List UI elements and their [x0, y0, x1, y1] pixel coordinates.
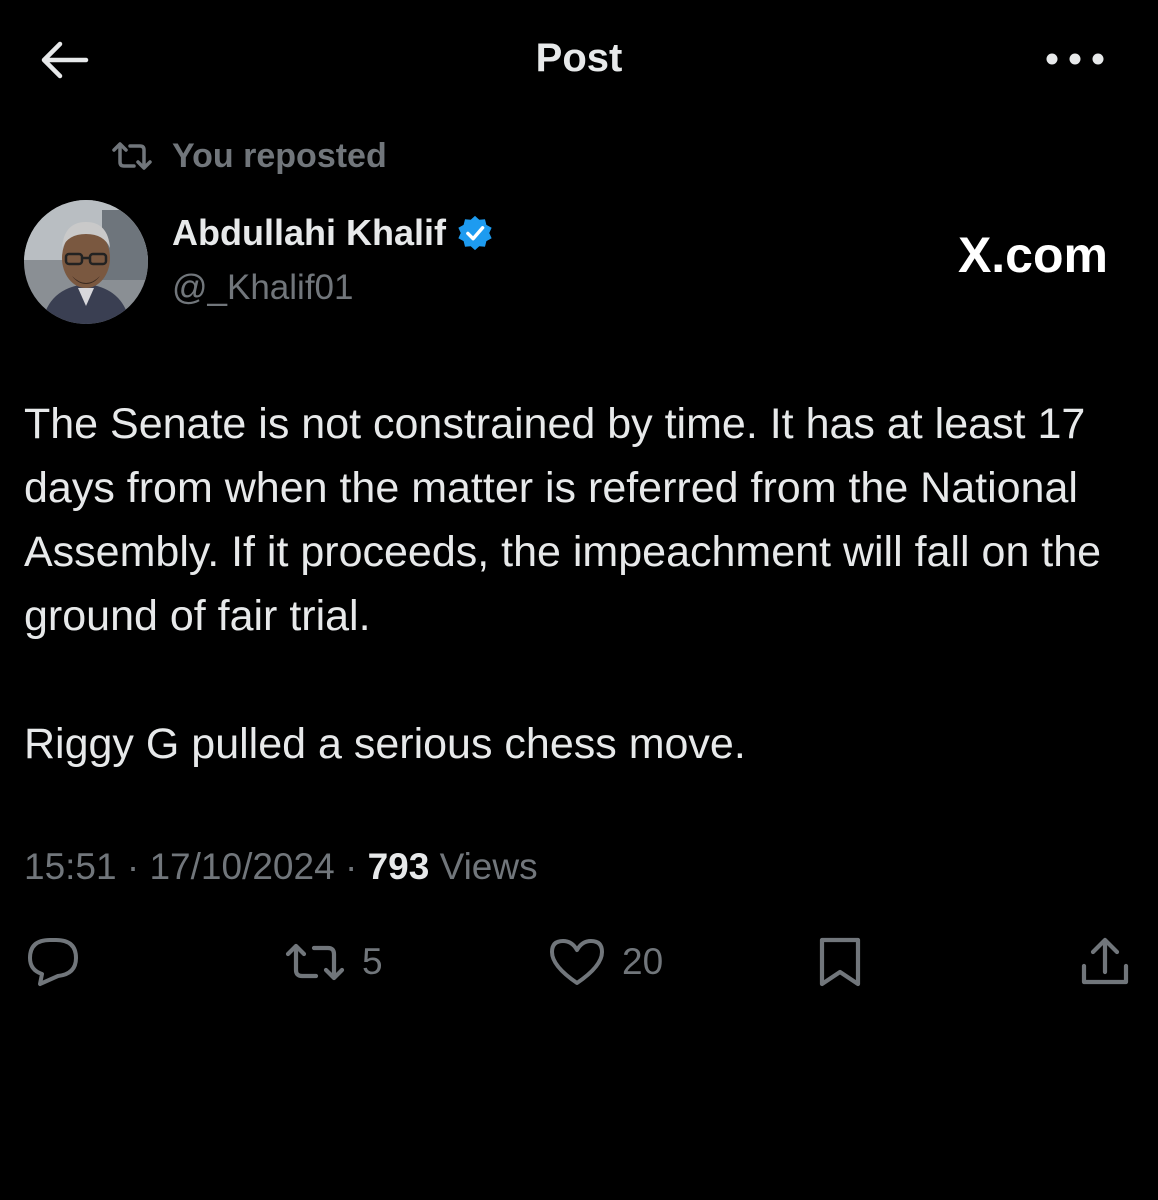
author-name[interactable]: Abdullahi Khalif	[172, 212, 446, 254]
tweet-paragraph: The Senate is not constrained by time. I…	[24, 400, 1102, 640]
repost-icon	[284, 940, 346, 984]
repost-banner: You reposted	[110, 134, 387, 178]
top-bar: Post	[0, 0, 1158, 120]
like-count: 20	[622, 941, 664, 982]
heart-icon	[548, 936, 606, 988]
watermark-text: X.com	[957, 227, 1108, 283]
verified-badge-icon	[456, 214, 494, 252]
tweet-date[interactable]: 17/10/2024	[149, 846, 334, 887]
tweet-paragraph: Riggy G pulled a serious chess move.	[24, 720, 746, 768]
ellipsis-icon	[1044, 53, 1106, 78]
meta-separator: ·	[344, 846, 368, 887]
meta-separator: ·	[126, 846, 150, 887]
page-title: Post	[535, 36, 623, 80]
like-button[interactable]: 20	[548, 934, 663, 990]
views-count: 793	[367, 846, 430, 887]
more-options-button[interactable]	[1044, 44, 1106, 74]
reply-icon	[24, 936, 82, 988]
share-icon	[1078, 934, 1132, 990]
tweet-time[interactable]: 15:51	[24, 846, 117, 887]
share-button[interactable]	[1078, 934, 1132, 990]
repost-count: 5	[362, 941, 383, 982]
author-name-row[interactable]: Abdullahi Khalif	[172, 212, 494, 254]
bookmark-icon	[816, 934, 864, 990]
tweet-meta: 15:51 · 17/10/2024 · 793 Views	[24, 846, 538, 888]
reply-button[interactable]	[24, 934, 82, 990]
bookmark-button[interactable]	[816, 934, 864, 990]
views-label: Views	[439, 846, 538, 887]
avatar[interactable]	[24, 200, 148, 324]
tweet-text: The Senate is not constrained by time. I…	[24, 392, 1144, 776]
author-handle[interactable]: @_Khalif01	[172, 268, 353, 308]
repost-icon	[110, 140, 154, 172]
repost-button[interactable]: 5	[284, 934, 383, 990]
repost-label: You reposted	[172, 136, 387, 175]
